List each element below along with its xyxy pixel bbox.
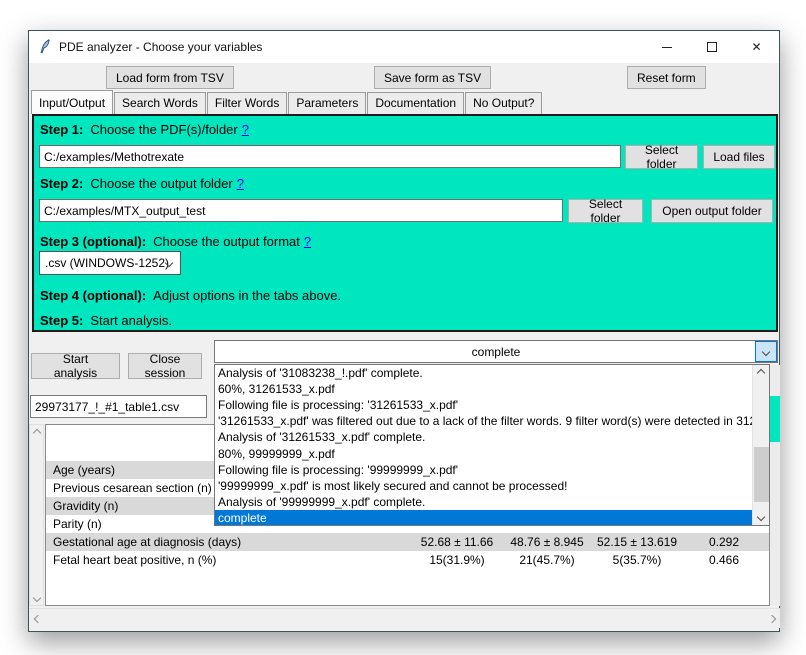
- pdf-folder-input[interactable]: C:/examples/Methotrexate: [39, 145, 621, 168]
- log-item[interactable]: Following file is processing: '31261533_…: [215, 397, 752, 413]
- canvas-vertical-scrollbar[interactable]: [770, 365, 780, 606]
- minimize-button[interactable]: [644, 31, 689, 63]
- step1-label: Step 1:Choose the PDF(s)/folder?: [40, 122, 249, 137]
- status-combobox-arrow-button[interactable]: [755, 341, 777, 362]
- tab-filter-words[interactable]: Filter Words: [207, 92, 287, 114]
- scroll-up-icon[interactable]: [753, 365, 769, 381]
- step1-help-link[interactable]: ?: [242, 122, 249, 137]
- log-item[interactable]: Following file is processing: '99999999_…: [215, 462, 752, 478]
- input-output-panel: Step 1:Choose the PDF(s)/folder? C:/exam…: [32, 114, 778, 332]
- status-log-dropdown: Analysis of '31083238_!.pdf' complete. 6…: [214, 364, 770, 526]
- maximize-button[interactable]: [689, 31, 734, 63]
- log-item[interactable]: Analysis of '31083238_!.pdf' complete.: [215, 365, 752, 381]
- table-cell: 0.466: [679, 551, 769, 569]
- tab-documentation[interactable]: Documentation: [367, 92, 464, 114]
- log-item-selected[interactable]: complete: [215, 510, 752, 525]
- scroll-left-icon[interactable]: [29, 609, 46, 629]
- output-folder-input[interactable]: C:/examples/MTX_output_test: [39, 199, 563, 222]
- status-combobox-value: complete: [472, 345, 521, 359]
- close-icon: ✕: [751, 41, 761, 53]
- open-output-folder-button[interactable]: Open output folder: [651, 199, 773, 223]
- tab-bar: Input/Output Search Words Filter Words P…: [31, 92, 543, 114]
- log-item[interactable]: Analysis of '31261533_x.pdf' complete.: [215, 429, 752, 445]
- log-item[interactable]: 60%, 31261533_x.pdf: [215, 381, 752, 397]
- close-button[interactable]: ✕: [734, 31, 779, 63]
- step2-label: Step 2:Choose the output folder?: [40, 176, 244, 191]
- scroll-right-icon[interactable]: [763, 609, 780, 629]
- tab-parameters[interactable]: Parameters: [288, 92, 366, 114]
- window-title: PDE analyzer - Choose your variables: [59, 40, 262, 54]
- scroll-down-icon[interactable]: [753, 509, 769, 525]
- step2-help-link[interactable]: ?: [237, 176, 244, 191]
- log-item[interactable]: '99999999_x.pdf' is most likely secured …: [215, 478, 752, 494]
- close-session-button[interactable]: Close session: [128, 353, 202, 379]
- load-form-tsv-button[interactable]: Load form from TSV: [106, 66, 234, 89]
- step4-label: Step 4 (optional):Adjust options in the …: [40, 288, 341, 303]
- step3-help-link[interactable]: ?: [304, 234, 311, 249]
- dropdown-scrollbar[interactable]: [752, 365, 769, 525]
- tab-search-words[interactable]: Search Words: [114, 92, 206, 114]
- log-item[interactable]: Analysis of '99999999_x.pdf' complete.: [215, 494, 752, 510]
- reset-form-button[interactable]: Reset form: [627, 66, 706, 89]
- tab-input-output[interactable]: Input/Output: [31, 90, 113, 114]
- save-form-tsv-button[interactable]: Save form as TSV: [374, 66, 491, 89]
- load-files-button[interactable]: Load files: [703, 145, 775, 169]
- log-item[interactable]: 80%, 99999999_x.pdf: [215, 445, 752, 461]
- step1-select-folder-button[interactable]: Select folder: [625, 145, 698, 169]
- minimize-icon: [662, 47, 672, 48]
- step3-label: Step 3 (optional):Choose the output form…: [40, 234, 311, 249]
- status-log-list: Analysis of '31083238_!.pdf' complete. 6…: [215, 365, 752, 525]
- scrollbar-thumb[interactable]: [754, 447, 769, 502]
- scroll-up-icon[interactable]: [30, 425, 43, 440]
- chevron-down-icon: [762, 347, 770, 355]
- scrollbar-thumb[interactable]: [770, 396, 780, 442]
- title-bar: PDE analyzer - Choose your variables ✕: [29, 31, 779, 63]
- maximize-icon: [707, 42, 717, 52]
- table-row[interactable]: Fetal heart beat positive, n (%) 15(31.9…: [46, 551, 769, 569]
- table-horizontal-scrollbar[interactable]: [29, 608, 780, 628]
- app-window: PDE analyzer - Choose your variables ✕ L…: [28, 30, 780, 632]
- feather-app-icon: [37, 39, 53, 55]
- output-format-select[interactable]: .csv (WINDOWS-1252): [39, 251, 181, 275]
- status-combobox[interactable]: complete: [214, 340, 778, 363]
- step2-select-folder-button[interactable]: Select folder: [568, 199, 643, 223]
- scroll-down-icon[interactable]: [30, 590, 43, 605]
- output-format-value: .csv (WINDOWS-1252): [45, 256, 169, 270]
- start-analysis-button[interactable]: Start analysis: [31, 353, 120, 379]
- table-vertical-scrollbar[interactable]: [29, 424, 44, 606]
- step5-label: Step 5:Start analysis.: [40, 313, 172, 328]
- tab-no-output[interactable]: No Output?: [465, 92, 542, 114]
- log-item[interactable]: '31261533_x.pdf' was filtered out due to…: [215, 413, 752, 429]
- table-cell: 0.292: [679, 533, 769, 551]
- current-file-field[interactable]: 29973177_!_#1_table1.csv: [30, 395, 207, 418]
- table-row[interactable]: Gestational age at diagnosis (days) 52.6…: [46, 533, 769, 551]
